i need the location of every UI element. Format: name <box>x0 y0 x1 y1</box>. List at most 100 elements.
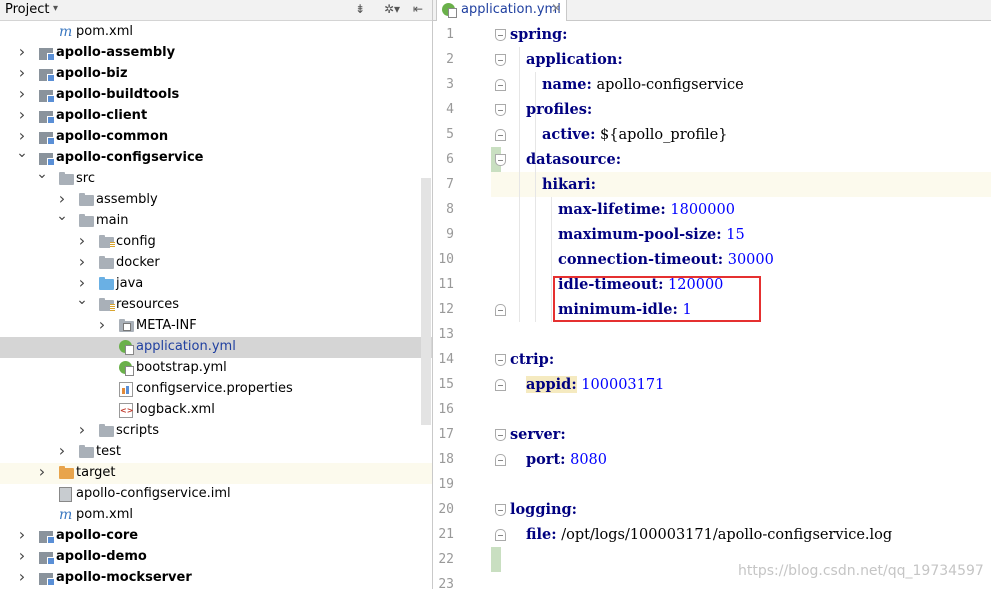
tree-node[interactable]: › apollo-buildtools <box>0 84 432 106</box>
fold-end-icon[interactable] <box>495 529 506 541</box>
tree-node[interactable]: › docker <box>0 252 432 274</box>
tree-node[interactable]: application.yml <box>0 337 432 358</box>
maven-icon: m <box>59 24 73 40</box>
yaml-key: application: <box>526 51 623 68</box>
tree-node[interactable]: ⌄ apollo-configservice <box>0 145 432 169</box>
chevron-right-icon[interactable]: › <box>16 567 28 586</box>
line-number: 16 <box>438 402 454 417</box>
tree-node[interactable]: configservice.properties <box>0 379 432 400</box>
code-line: server: <box>510 422 566 447</box>
chevron-down-icon[interactable]: ⌄ <box>16 145 28 161</box>
settings-icon[interactable]: ✲▾ <box>384 2 400 16</box>
tree-scrollbar[interactable] <box>421 178 431 425</box>
tree-node-label: scripts <box>116 423 159 438</box>
tree-node[interactable]: › apollo-common <box>0 126 432 148</box>
tree-node[interactable]: › config <box>0 231 432 253</box>
hide-icon[interactable]: ⇤ <box>413 2 423 16</box>
chevron-right-icon[interactable]: › <box>76 252 88 271</box>
tree-node-label: apollo-buildtools <box>56 87 180 102</box>
tree-node[interactable]: ⌄ src <box>0 166 432 190</box>
chevron-right-icon[interactable]: › <box>76 273 88 292</box>
line-number: 9 <box>446 227 454 242</box>
fold-start-icon[interactable] <box>495 154 506 166</box>
fold-start-icon[interactable] <box>495 29 506 41</box>
chevron-right-icon[interactable]: › <box>16 42 28 61</box>
folder-icon <box>79 445 94 458</box>
tree-node[interactable]: ⌄ main <box>0 208 432 232</box>
code-line: application: <box>526 47 623 72</box>
tree-node[interactable]: m pom.xml <box>0 22 432 43</box>
chevron-right-icon[interactable]: › <box>76 231 88 250</box>
tree-node[interactable]: › apollo-mockserver <box>0 567 432 589</box>
chevron-right-icon[interactable]: › <box>56 189 68 208</box>
close-icon[interactable]: × <box>551 1 562 16</box>
tree-node[interactable]: ⌄ resources <box>0 292 432 316</box>
line-number: 22 <box>438 552 454 567</box>
chevron-down-icon[interactable]: ⌄ <box>76 292 88 308</box>
chevron-down-icon[interactable]: ▾ <box>53 3 58 14</box>
yaml-key: profiles: <box>526 101 593 118</box>
tree-node[interactable]: › scripts <box>0 420 432 442</box>
fold-end-icon[interactable] <box>495 379 506 391</box>
tree-node[interactable]: m pom.xml <box>0 505 432 526</box>
code-line: file: /opt/logs/100003171/apollo-configs… <box>526 522 892 547</box>
collapse-all-icon[interactable]: ⇟ <box>355 2 365 16</box>
fold-start-icon[interactable] <box>495 54 506 66</box>
chevron-right-icon[interactable]: › <box>16 546 28 565</box>
fold-start-icon[interactable] <box>495 504 506 516</box>
line-number: 1 <box>446 27 454 42</box>
tree-node[interactable]: › apollo-assembly <box>0 42 432 64</box>
tree-node[interactable]: logback.xml <box>0 400 432 421</box>
line-number: 20 <box>438 502 454 517</box>
tree-node[interactable]: › java <box>0 273 432 295</box>
tree-node[interactable]: › apollo-core <box>0 525 432 547</box>
tree-node[interactable]: › apollo-demo <box>0 546 432 568</box>
fold-end-icon[interactable] <box>495 454 506 466</box>
tree-node[interactable]: › test <box>0 441 432 463</box>
fold-end-icon[interactable] <box>495 304 506 316</box>
yaml-key: spring: <box>510 26 568 43</box>
chevron-right-icon[interactable]: › <box>56 441 68 460</box>
chevron-right-icon[interactable]: › <box>96 315 108 334</box>
tree-node[interactable]: › target <box>0 462 432 484</box>
line-number: 23 <box>438 577 454 589</box>
tree-node[interactable]: apollo-configservice.iml <box>0 484 432 505</box>
tree-node-label: application.yml <box>136 339 236 354</box>
chevron-right-icon[interactable]: › <box>76 420 88 439</box>
tab-application-yml[interactable]: application.yml × <box>436 0 567 21</box>
spring-yml-icon <box>442 3 457 18</box>
chevron-down-icon[interactable]: ⌄ <box>56 208 68 224</box>
chevron-right-icon[interactable]: › <box>16 63 28 82</box>
tree-node-label: pom.xml <box>76 507 133 522</box>
tree-node[interactable]: › META-INF <box>0 315 432 337</box>
tree-node[interactable]: bootstrap.yml <box>0 358 432 379</box>
fold-end-icon[interactable] <box>495 79 506 91</box>
chevron-right-icon[interactable]: › <box>36 462 48 481</box>
fold-end-icon[interactable] <box>495 129 506 141</box>
folder-icon <box>79 214 94 227</box>
yaml-key: max-lifetime: <box>558 201 666 218</box>
chevron-right-icon[interactable]: › <box>16 525 28 544</box>
yaml-key: idle-timeout: <box>558 276 664 293</box>
fold-start-icon[interactable] <box>495 429 506 441</box>
chevron-right-icon[interactable]: › <box>16 105 28 124</box>
yaml-value: 15 <box>721 227 745 243</box>
yaml-key: active: <box>542 126 596 143</box>
tree-node[interactable]: › apollo-biz <box>0 63 432 85</box>
change-marker[interactable] <box>491 547 501 572</box>
fold-start-icon[interactable] <box>495 354 506 366</box>
tree-node-label: apollo-core <box>56 528 139 543</box>
tab-label: application.yml <box>461 2 561 17</box>
folder-icon <box>79 193 94 206</box>
tree-node-label: configservice.properties <box>136 381 293 396</box>
fold-start-icon[interactable] <box>495 104 506 116</box>
yaml-key: datasource: <box>526 151 622 168</box>
yaml-value: 8080 <box>565 452 608 468</box>
chevron-right-icon[interactable]: › <box>16 84 28 103</box>
project-view-selector[interactable]: Project <box>5 2 49 17</box>
code-area[interactable]: spring: application: name: apollo-configse… <box>491 22 991 589</box>
tree-node-label: src <box>76 171 95 186</box>
chevron-right-icon[interactable]: › <box>16 126 28 145</box>
tree-node[interactable]: › apollo-client <box>0 105 432 127</box>
chevron-down-icon[interactable]: ⌄ <box>36 166 48 182</box>
